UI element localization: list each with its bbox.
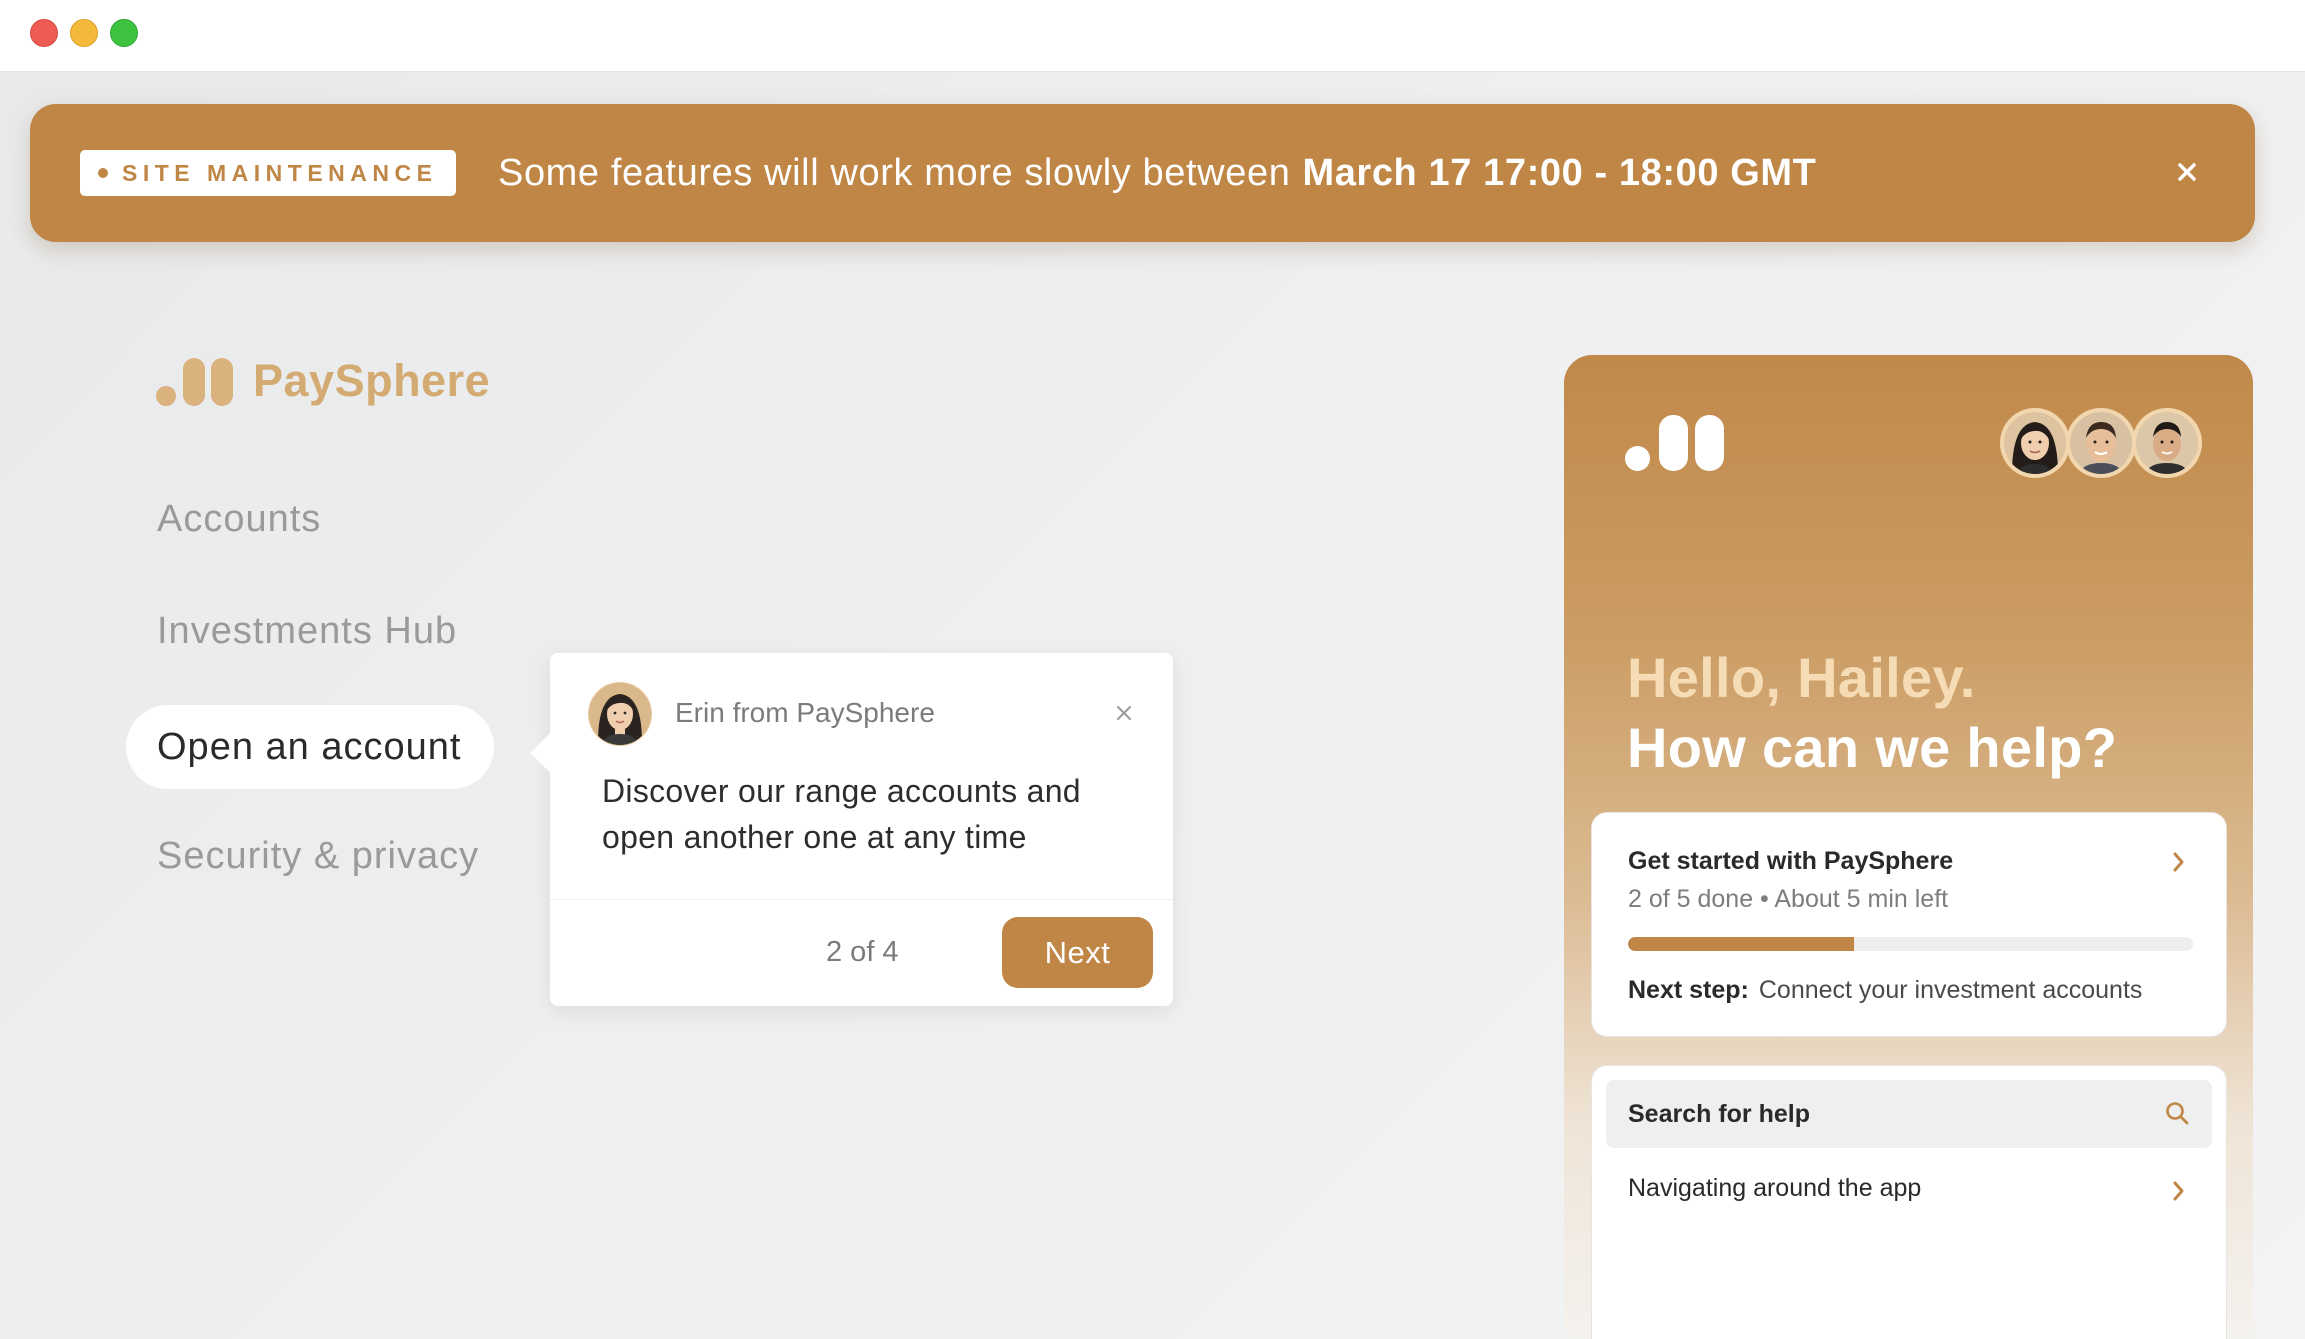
brand-name: PaySphere bbox=[253, 355, 491, 406]
tour-tooltip: Erin from PaySphere Discover our range a… bbox=[530, 653, 1173, 1006]
next-step-value: Connect your investment accounts bbox=[1758, 976, 2143, 1004]
nav-item-investments-hub[interactable]: Investments Hub bbox=[157, 610, 457, 653]
window-close-button[interactable] bbox=[30, 19, 58, 47]
team-avatar-1 bbox=[2000, 408, 2070, 478]
chevron-right-icon bbox=[2173, 1181, 2184, 1201]
banner-message-time: March 17 17:00 - 18:00 GMT bbox=[1302, 151, 1817, 194]
help-search-card: Search for help Navigating around the ap… bbox=[1591, 1065, 2227, 1339]
tooltip-sender: Erin from PaySphere bbox=[675, 697, 935, 728]
window-minimize-button[interactable] bbox=[70, 19, 98, 47]
panel-logo-icon bbox=[1625, 415, 1725, 471]
next-step: Next step: Connect your investment accoun… bbox=[1628, 976, 2142, 1005]
banner-close-button[interactable] bbox=[2169, 154, 2205, 190]
badge-label: SITE MAINTENANCE bbox=[122, 159, 438, 186]
chevron-right-icon bbox=[2173, 852, 2184, 872]
logo-mark-icon bbox=[156, 356, 234, 406]
close-icon bbox=[2178, 163, 2196, 181]
get-started-progress-text: 2 of 5 done • About 5 min left bbox=[1628, 885, 1949, 913]
close-icon bbox=[1117, 706, 1131, 720]
nav-item-security-privacy[interactable]: Security & privacy bbox=[157, 835, 479, 878]
window-maximize-button[interactable] bbox=[110, 19, 138, 47]
support-team-avatars bbox=[2000, 408, 2210, 478]
help-article-navigating[interactable]: Navigating around the app bbox=[1628, 1174, 1921, 1203]
nav-item-open-account[interactable]: Open an account bbox=[126, 705, 494, 789]
maintenance-badge: SITE MAINTENANCE bbox=[80, 150, 456, 196]
get-started-progress-bar bbox=[1628, 937, 2193, 951]
help-panel: Hello, Hailey. How can we help? Get star… bbox=[1564, 355, 2253, 1339]
next-step-label: Next step: bbox=[1628, 976, 1749, 1004]
get-started-title: Get started with PaySphere bbox=[1628, 847, 1954, 875]
get-started-card[interactable]: Get started with PaySphere 2 of 5 done •… bbox=[1591, 812, 2227, 1037]
search-icon bbox=[2166, 1102, 2189, 1125]
help-greeting: Hello, Hailey. bbox=[1627, 646, 1976, 709]
team-avatar-2 bbox=[2066, 408, 2136, 478]
banner-message-text: Some features will work more slowly betw… bbox=[498, 151, 1291, 194]
banner-message: Some features will work more slowly betw… bbox=[498, 104, 1816, 242]
tooltip-pointer bbox=[530, 733, 570, 773]
brand-logo[interactable]: PaySphere bbox=[156, 356, 490, 406]
help-search-label: Search for help bbox=[1628, 1100, 1810, 1128]
window-titlebar bbox=[0, 0, 2305, 72]
tooltip-divider bbox=[550, 899, 1173, 900]
maintenance-banner: SITE MAINTENANCE Some features will work… bbox=[30, 104, 2255, 242]
badge-dot-icon bbox=[98, 168, 108, 178]
help-search-input[interactable]: Search for help bbox=[1606, 1080, 2212, 1148]
team-avatar-3 bbox=[2132, 408, 2202, 478]
tooltip-step-counter: 2 of 4 bbox=[826, 936, 899, 968]
tooltip-close-button[interactable] bbox=[1110, 699, 1138, 727]
tooltip-next-button[interactable]: Next bbox=[1002, 917, 1153, 988]
erin-avatar bbox=[588, 682, 652, 746]
progress-bar-fill bbox=[1628, 937, 1854, 951]
tooltip-body: Discover our range accounts and open ano… bbox=[602, 773, 1081, 855]
nav-item-accounts[interactable]: Accounts bbox=[157, 498, 321, 541]
help-question: How can we help? bbox=[1627, 716, 2118, 779]
